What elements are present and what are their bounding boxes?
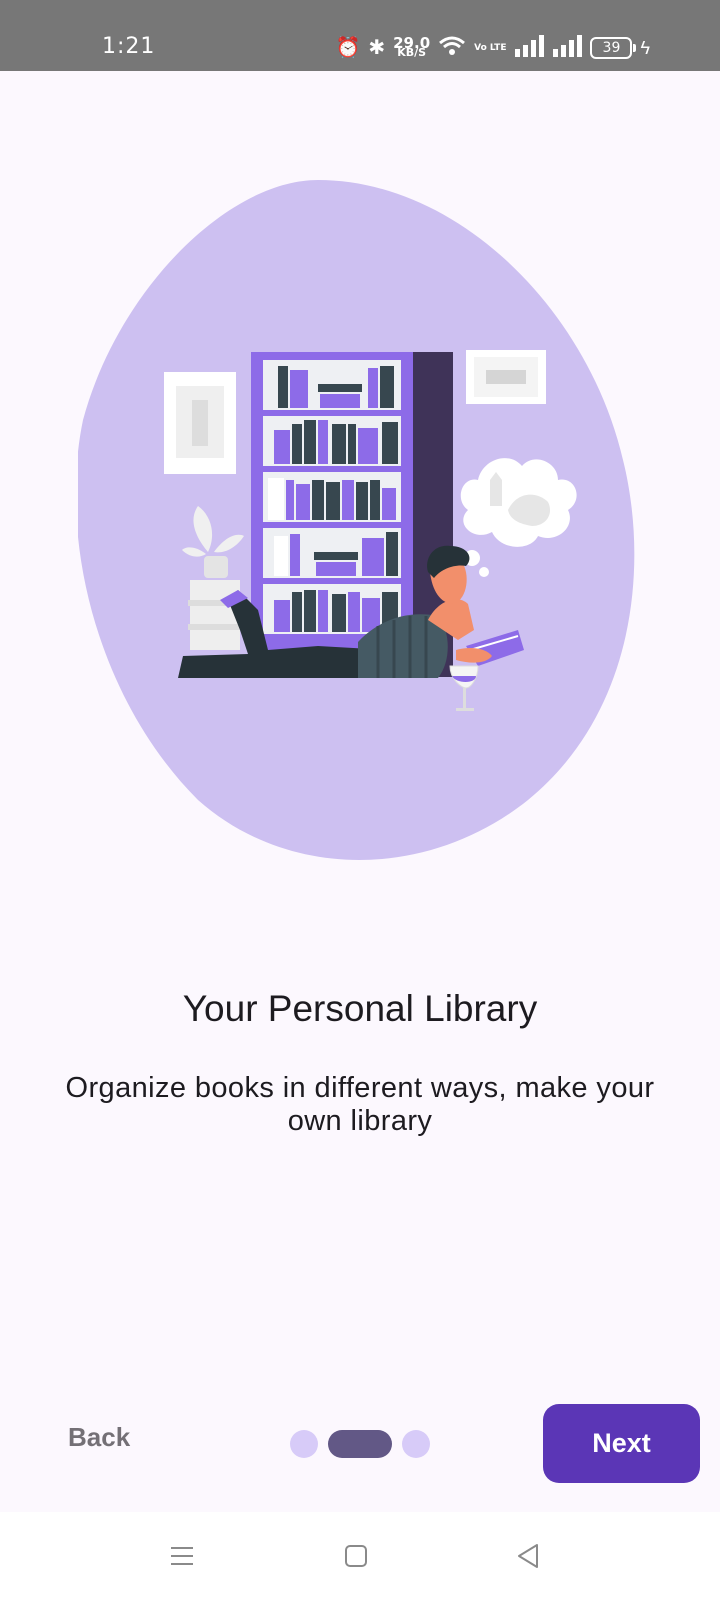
menu-icon[interactable] [160, 1534, 204, 1578]
status-time: 1:21 [102, 34, 156, 59]
volte-indicator: Vo LTE [474, 42, 507, 53]
wifi-icon [438, 35, 466, 62]
network-speed: 29.0 KB/S [393, 36, 430, 59]
system-navigation-bar [0, 1512, 720, 1600]
page-indicator-dot[interactable] [402, 1430, 430, 1458]
signal-icon [552, 34, 583, 62]
next-button[interactable]: Next [543, 1404, 700, 1483]
charging-icon: ϟ [640, 37, 650, 58]
back-button[interactable]: Back [68, 1416, 130, 1459]
bluetooth-icon: ✱ [368, 37, 386, 59]
onboarding-title: Your Personal Library [182, 988, 538, 1029]
person-reading-by-bookshelf-illustration [78, 180, 635, 860]
back-triangle-icon[interactable] [506, 1534, 550, 1578]
onboarding-description: Organize books in different ways, make y… [65, 1072, 655, 1137]
page-indicator-dot-active[interactable] [328, 1430, 392, 1458]
page-indicator-dot[interactable] [290, 1430, 318, 1458]
home-square-icon[interactable] [334, 1534, 378, 1578]
alarm-icon: ⏰ [335, 37, 361, 59]
status-bar: 1:21 ⏰ ✱ 29.0 KB/S Vo LTE 39 ϟ [0, 0, 720, 71]
signal-icon [514, 34, 545, 62]
page-indicator [290, 1430, 430, 1458]
battery-icon: 39 [590, 37, 637, 59]
status-icons: ⏰ ✱ 29.0 KB/S Vo LTE 39 ϟ [335, 34, 650, 62]
network-speed-unit: KB/S [397, 46, 427, 59]
